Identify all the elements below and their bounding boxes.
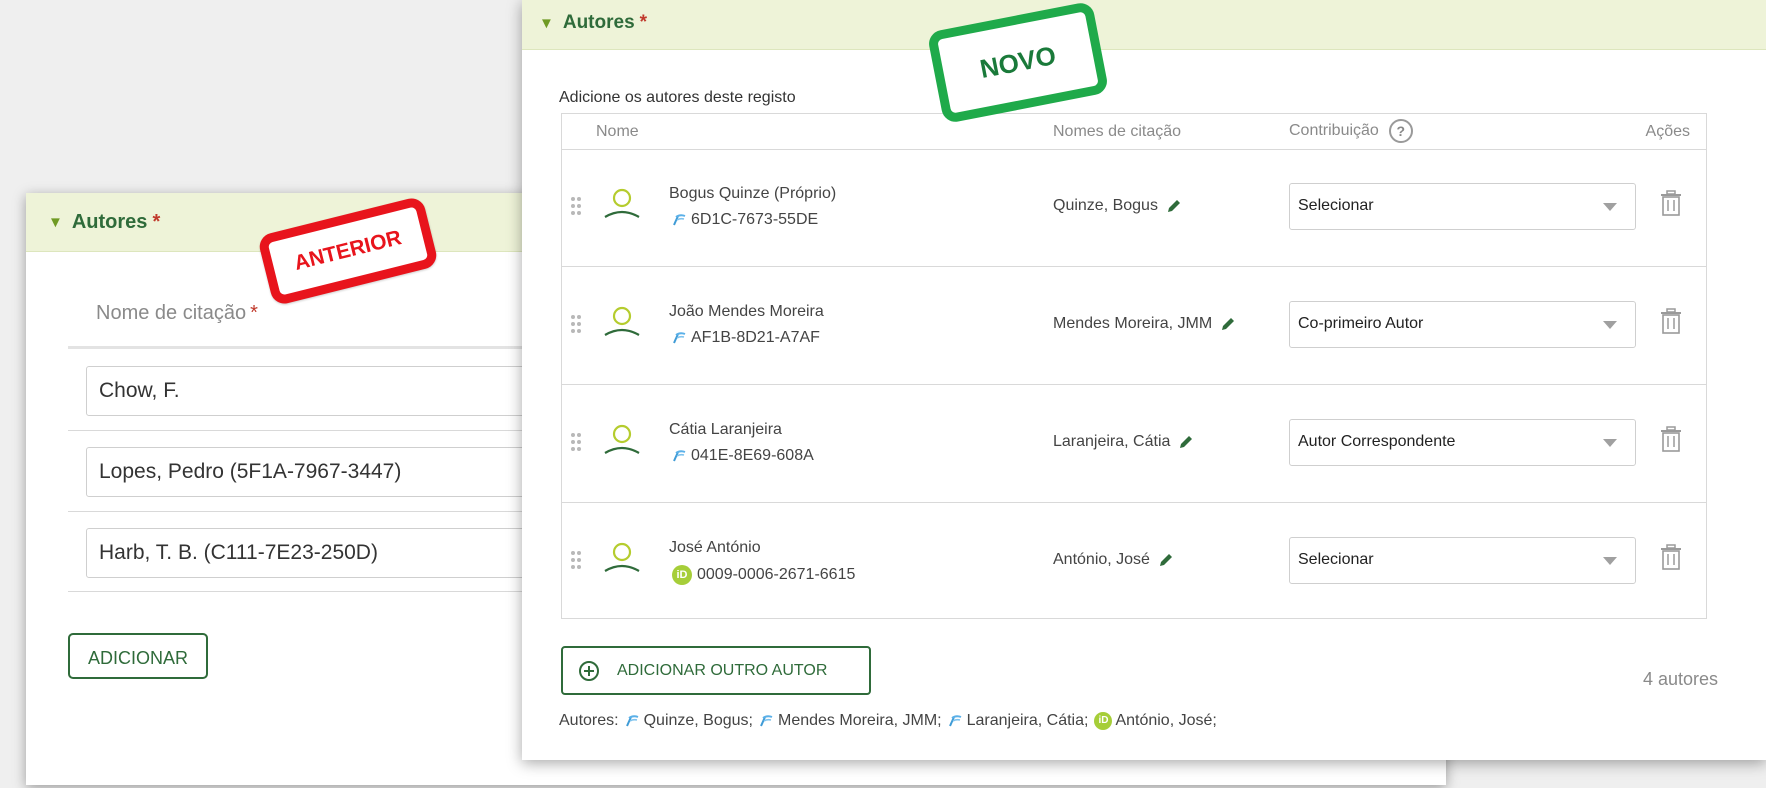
collapse-triangle-icon[interactable]: ▼ [48, 214, 63, 231]
authors-summary: Autores: Quinze, Bogus; Mendes Moreira, … [559, 712, 1217, 730]
table-row: João Mendes Moreira AF1B-8D21-A7AF Mende… [562, 267, 1706, 385]
author-name: João Mendes Moreira [669, 303, 824, 320]
trash-icon[interactable] [1660, 308, 1682, 334]
column-header-name: Nome [596, 123, 639, 140]
new-section-title-text: Autores [562, 12, 635, 33]
citation-name: António, José [1053, 551, 1175, 569]
author-count: 4 autores [1642, 669, 1718, 689]
summary-item-text: Quinze, Bogus; [643, 712, 753, 729]
trash-icon[interactable] [1660, 426, 1682, 452]
author-id-text: AF1B-8D21-A7AF [691, 329, 820, 346]
drag-handle-icon[interactable] [571, 551, 583, 571]
edit-pencil-icon[interactable] [1177, 433, 1195, 451]
summary-item: Mendes Moreira, JMM; [759, 712, 942, 730]
old-section-title: ▼ Autores * [48, 211, 160, 234]
user-avatar-icon [604, 542, 640, 572]
required-mark: * [639, 12, 648, 33]
citation-name-label: Nome de citação * [96, 302, 258, 325]
contribution-select-value: Selecionar [1298, 197, 1374, 214]
orcid-icon: iD [1094, 712, 1113, 730]
contribution-select[interactable]: Selecionar [1289, 183, 1636, 230]
column-header-actions: Ações [1645, 123, 1690, 140]
add-another-author-label: ADICIONAR OUTRO AUTOR [617, 661, 828, 679]
column-header-contribution-text: Contribuição [1289, 122, 1379, 140]
authors-summary-label: Autores: [559, 712, 619, 729]
user-avatar-icon [604, 424, 640, 454]
collapse-triangle-icon[interactable]: ▼ [539, 15, 554, 32]
ciencia-id-icon [672, 449, 686, 463]
author-name: Bogus Quinze (Próprio) [669, 185, 837, 202]
citation-name-text: António, José [1053, 551, 1150, 568]
ciencia-id-icon [948, 714, 962, 728]
drag-handle-icon[interactable] [571, 197, 583, 217]
ciencia-id-icon [672, 331, 686, 345]
table-row: José António iD 0009-0006-2671-6615 Antó… [562, 503, 1706, 620]
author-name: Cátia Laranjeira [669, 421, 782, 438]
chevron-down-icon [1603, 557, 1617, 565]
contribution-select-value: Co-primeiro Autor [1298, 315, 1424, 332]
ciencia-id-icon [759, 714, 773, 728]
citation-name-text: Laranjeira, Cátia [1053, 433, 1171, 450]
summary-item: Laranjeira, Cátia; [948, 712, 1089, 730]
edit-pencil-icon[interactable] [1165, 197, 1183, 215]
contribution-select[interactable]: Autor Correspondente [1289, 419, 1636, 466]
author-id-text: 6D1C-7673-55DE [691, 211, 819, 228]
column-header-contribution: Contribuição? [1289, 119, 1413, 143]
summary-item-text: António, José; [1115, 712, 1217, 729]
add-another-author-button[interactable]: ADICIONAR OUTRO AUTOR [561, 646, 871, 695]
citation-name-text: Quinze, Bogus [1053, 197, 1158, 214]
contribution-select-value: Selecionar [1298, 551, 1374, 568]
edit-pencil-icon[interactable] [1219, 315, 1237, 333]
citation-name-text: Mendes Moreira, JMM [1053, 315, 1213, 332]
required-mark: * [152, 211, 161, 233]
edit-pencil-icon[interactable] [1157, 551, 1175, 569]
author-id: AF1B-8D21-A7AF [672, 329, 820, 347]
summary-item-text: Mendes Moreira, JMM; [778, 712, 942, 729]
help-icon[interactable]: ? [1388, 119, 1413, 143]
citation-name: Laranjeira, Cátia [1053, 433, 1195, 451]
author-id: iD 0009-0006-2671-6615 [672, 565, 855, 585]
trash-icon[interactable] [1660, 190, 1682, 216]
author-id-text: 0009-0006-2671-6615 [697, 566, 856, 583]
user-avatar-icon [604, 306, 640, 336]
drag-handle-icon[interactable] [571, 315, 583, 335]
summary-item: iD António, José; [1094, 712, 1217, 730]
citation-name: Quinze, Bogus [1053, 197, 1183, 215]
plus-circle-icon [579, 660, 599, 681]
citation-name: Mendes Moreira, JMM [1053, 315, 1237, 333]
old-section-title-text: Autores [71, 211, 148, 233]
authors-table: Nome Nomes de citação Contribuição? Açõe… [561, 113, 1707, 619]
contribution-select-value: Autor Correspondente [1298, 433, 1456, 450]
add-button[interactable]: ADICIONAR [68, 633, 209, 679]
new-section-header[interactable]: ▼ Autores * [522, 0, 1766, 50]
table-row: Bogus Quinze (Próprio) 6D1C-7673-55DE Qu… [562, 149, 1706, 267]
new-authors-panel: ▼ Autores * Adicione os autores deste re… [522, 0, 1766, 760]
summary-item-text: Laranjeira, Cátia; [966, 712, 1089, 729]
ciencia-id-icon [625, 714, 639, 728]
drag-handle-icon[interactable] [571, 433, 583, 453]
user-avatar-icon [604, 188, 640, 218]
trash-icon[interactable] [1660, 544, 1682, 570]
new-section-title: ▼ Autores * [539, 12, 647, 34]
author-id-text: 041E-8E69-608A [691, 447, 814, 464]
required-mark: * [250, 302, 258, 324]
table-header: Nome Nomes de citação Contribuição? Açõe… [562, 114, 1706, 150]
orcid-icon: iD [672, 565, 692, 585]
author-name: José António [669, 539, 761, 556]
contribution-select[interactable]: Co-primeiro Autor [1289, 301, 1636, 348]
chevron-down-icon [1603, 203, 1617, 211]
summary-item: Quinze, Bogus; [625, 712, 753, 730]
column-header-citation: Nomes de citação [1053, 123, 1182, 140]
chevron-down-icon [1603, 321, 1617, 329]
citation-name-label-text: Nome de citação [96, 302, 247, 324]
chevron-down-icon [1603, 439, 1617, 447]
table-row: Cátia Laranjeira 041E-8E69-608A Laranjei… [562, 385, 1706, 503]
contribution-select[interactable]: Selecionar [1289, 537, 1636, 584]
authors-intro-text: Adicione os autores deste registo [559, 89, 796, 106]
author-id: 041E-8E69-608A [672, 447, 814, 465]
author-id: 6D1C-7673-55DE [672, 211, 818, 229]
ciencia-id-icon [672, 213, 686, 227]
